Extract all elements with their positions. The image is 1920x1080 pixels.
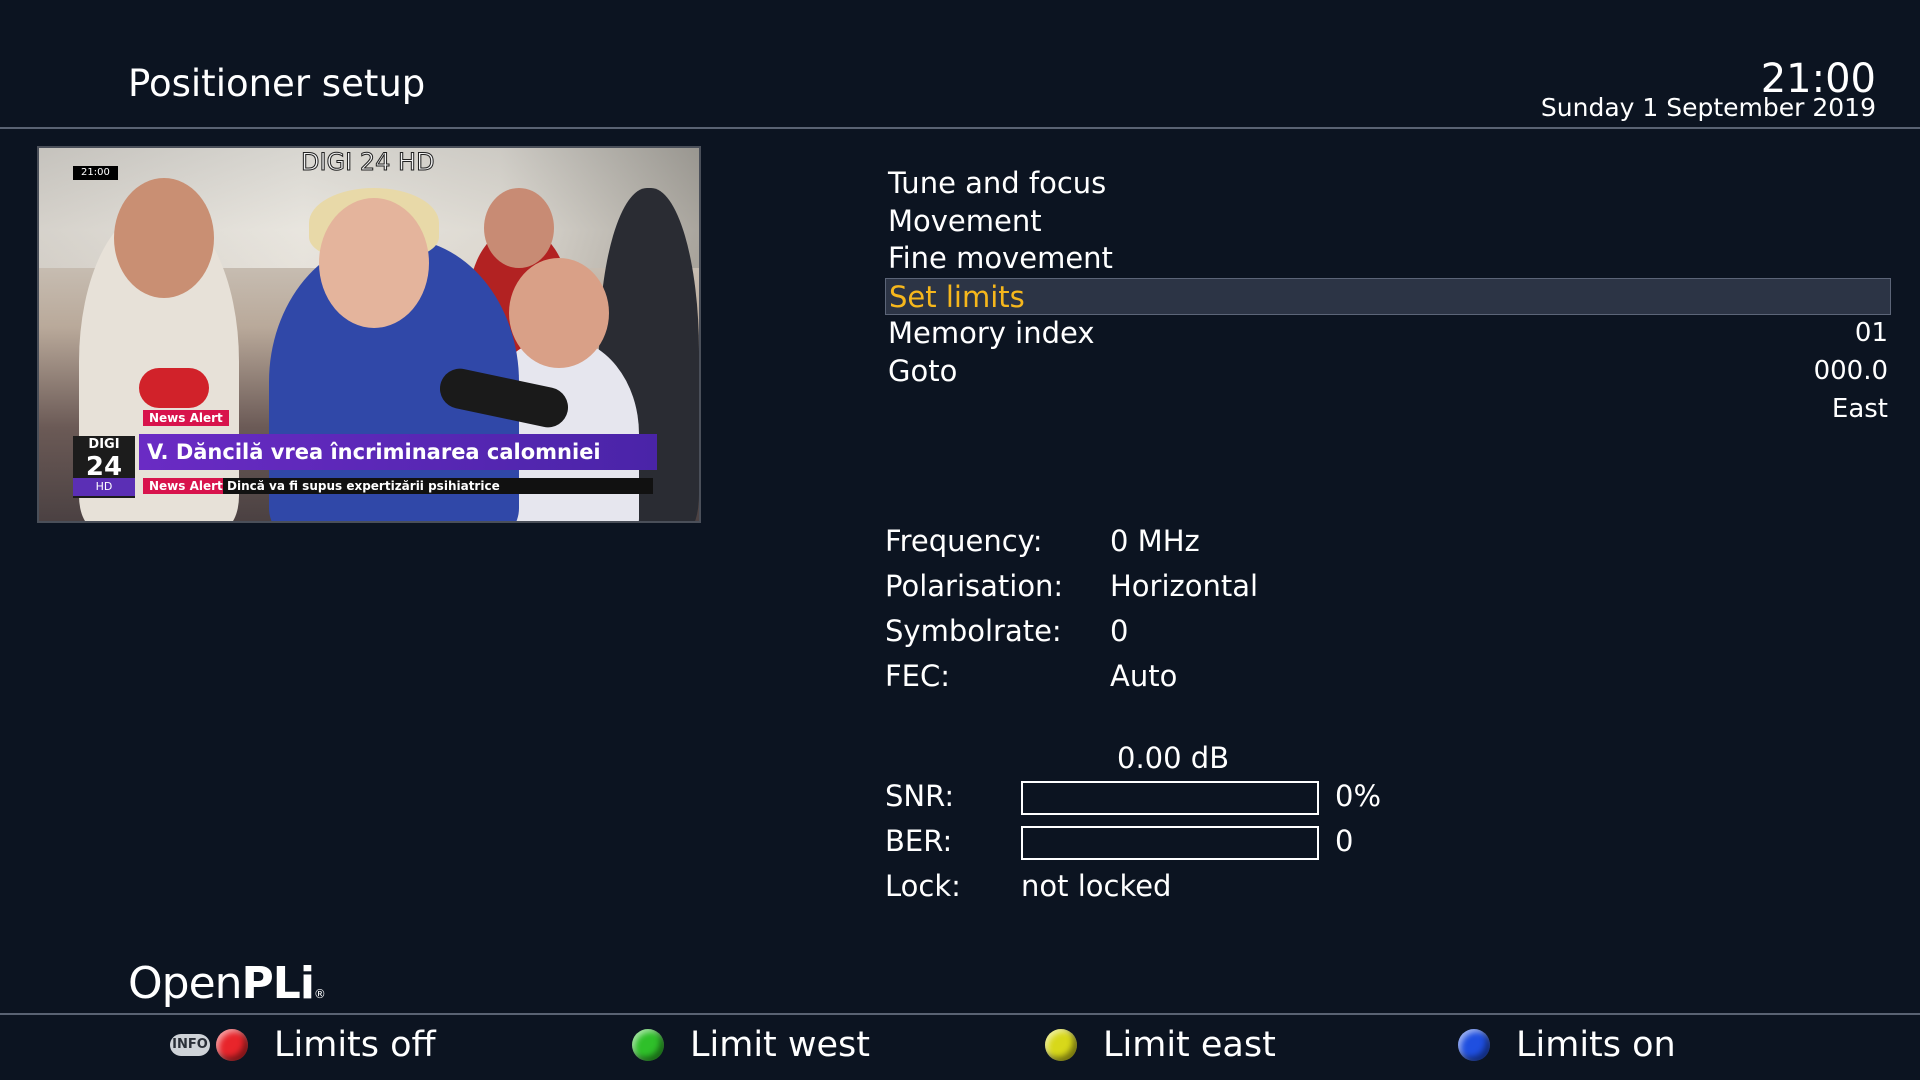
menu-item-movement[interactable]: Movement: [885, 203, 1891, 241]
yellow-key-label: Limit east: [1103, 1025, 1276, 1065]
positioner-menu: Tune and focus Movement Fine movement Se…: [885, 165, 1891, 428]
channel-logo-number: 24: [85, 452, 123, 482]
menu-item-label: Set limits: [889, 279, 1025, 314]
fec-label: FEC:: [885, 659, 951, 693]
channel-logo-top: DIGI: [88, 437, 120, 452]
blue-button-icon: [1458, 1029, 1490, 1061]
memory-index-value: 01: [1854, 318, 1888, 349]
goto-direction-row: East: [885, 391, 1891, 429]
ticker-alert-tag: News Alert: [143, 478, 229, 494]
positioner-setup-screen: Positioner setup 21:00 Sunday 1 Septembe…: [0, 0, 1920, 1080]
video-person-head: [509, 258, 609, 368]
menu-item-memory-index[interactable]: Memory index 01: [885, 315, 1891, 353]
channel-watermark: DIGI 24 HD: [301, 148, 436, 177]
video-clock: 21:00: [73, 166, 118, 180]
blue-key-limits-on[interactable]: Limits on: [1458, 1020, 1676, 1070]
frequency-value: 0 MHz: [1110, 524, 1200, 558]
polarisation-label: Polarisation:: [885, 569, 1064, 603]
menu-item-label: Goto: [888, 353, 958, 388]
fec-value: Auto: [1110, 659, 1178, 693]
header-divider: [0, 127, 1920, 129]
symbolrate-label: Symbolrate:: [885, 614, 1062, 648]
blue-key-label: Limits on: [1516, 1025, 1676, 1065]
brand-part-pli: PLi: [241, 958, 315, 1009]
footer-divider: [0, 1013, 1920, 1015]
ber-label: BER:: [885, 824, 953, 858]
snr-percent: 0%: [1335, 779, 1382, 813]
news-headline: V. Dăncilă vrea încriminarea calomniei: [139, 434, 657, 470]
news-alert-tag: News Alert: [143, 410, 229, 426]
ber-bar: [1021, 826, 1319, 860]
frequency-label: Frequency:: [885, 524, 1043, 558]
ber-value: 0: [1335, 824, 1354, 858]
symbolrate-value: 0: [1110, 614, 1129, 648]
red-key-limits-off[interactable]: INFO Limits off: [170, 1020, 436, 1070]
menu-item-label: Fine movement: [888, 241, 1113, 276]
green-key-label: Limit west: [690, 1025, 871, 1065]
microphone-icon: [139, 368, 209, 408]
snr-db-value: 0.00 dB: [1117, 741, 1230, 775]
brand-part-open: Open: [128, 958, 243, 1009]
menu-item-label: Tune and focus: [888, 166, 1107, 200]
green-key-limit-west[interactable]: Limit west: [632, 1020, 870, 1070]
snr-bar: [1021, 781, 1319, 815]
menu-item-fine-movement[interactable]: Fine movement: [885, 240, 1891, 278]
menu-item-set-limits[interactable]: Set limits: [885, 277, 1891, 316]
live-tv-preview: DIGI 24 HD 21:00 DIGI 24 HD News Alert V…: [37, 146, 701, 523]
lock-value: not locked: [1021, 869, 1172, 903]
yellow-key-limit-east[interactable]: Limit east: [1045, 1020, 1276, 1070]
video-person-head: [484, 188, 554, 268]
polarisation-value: Horizontal: [1110, 569, 1259, 603]
news-ticker: Dincă va fi supus expertizării psihiatri…: [223, 478, 653, 494]
openpli-logo: OpenPLi®: [128, 958, 326, 1009]
menu-item-tune-and-focus[interactable]: Tune and focus: [885, 165, 1891, 203]
page-title: Positioner setup: [128, 62, 426, 105]
menu-item-goto[interactable]: Goto 000.0: [885, 353, 1891, 391]
clock-date: Sunday 1 September 2019: [1540, 93, 1876, 122]
brand-registered-mark: ®: [313, 987, 326, 1001]
video-person-head: [319, 198, 429, 328]
red-button-icon: [216, 1029, 248, 1061]
menu-item-label: Movement: [888, 203, 1042, 238]
info-button-icon[interactable]: INFO: [170, 1034, 210, 1056]
menu-item-label: Memory index: [888, 316, 1095, 351]
yellow-button-icon: [1045, 1029, 1077, 1061]
lock-label: Lock:: [885, 869, 961, 903]
goto-value: 000.0: [1813, 355, 1888, 386]
snr-label: SNR:: [885, 779, 955, 813]
green-button-icon: [632, 1029, 664, 1061]
video-person-head: [114, 178, 214, 298]
goto-direction: East: [1831, 393, 1888, 424]
red-key-label: Limits off: [274, 1025, 436, 1065]
channel-logo-hd: HD: [73, 478, 135, 496]
